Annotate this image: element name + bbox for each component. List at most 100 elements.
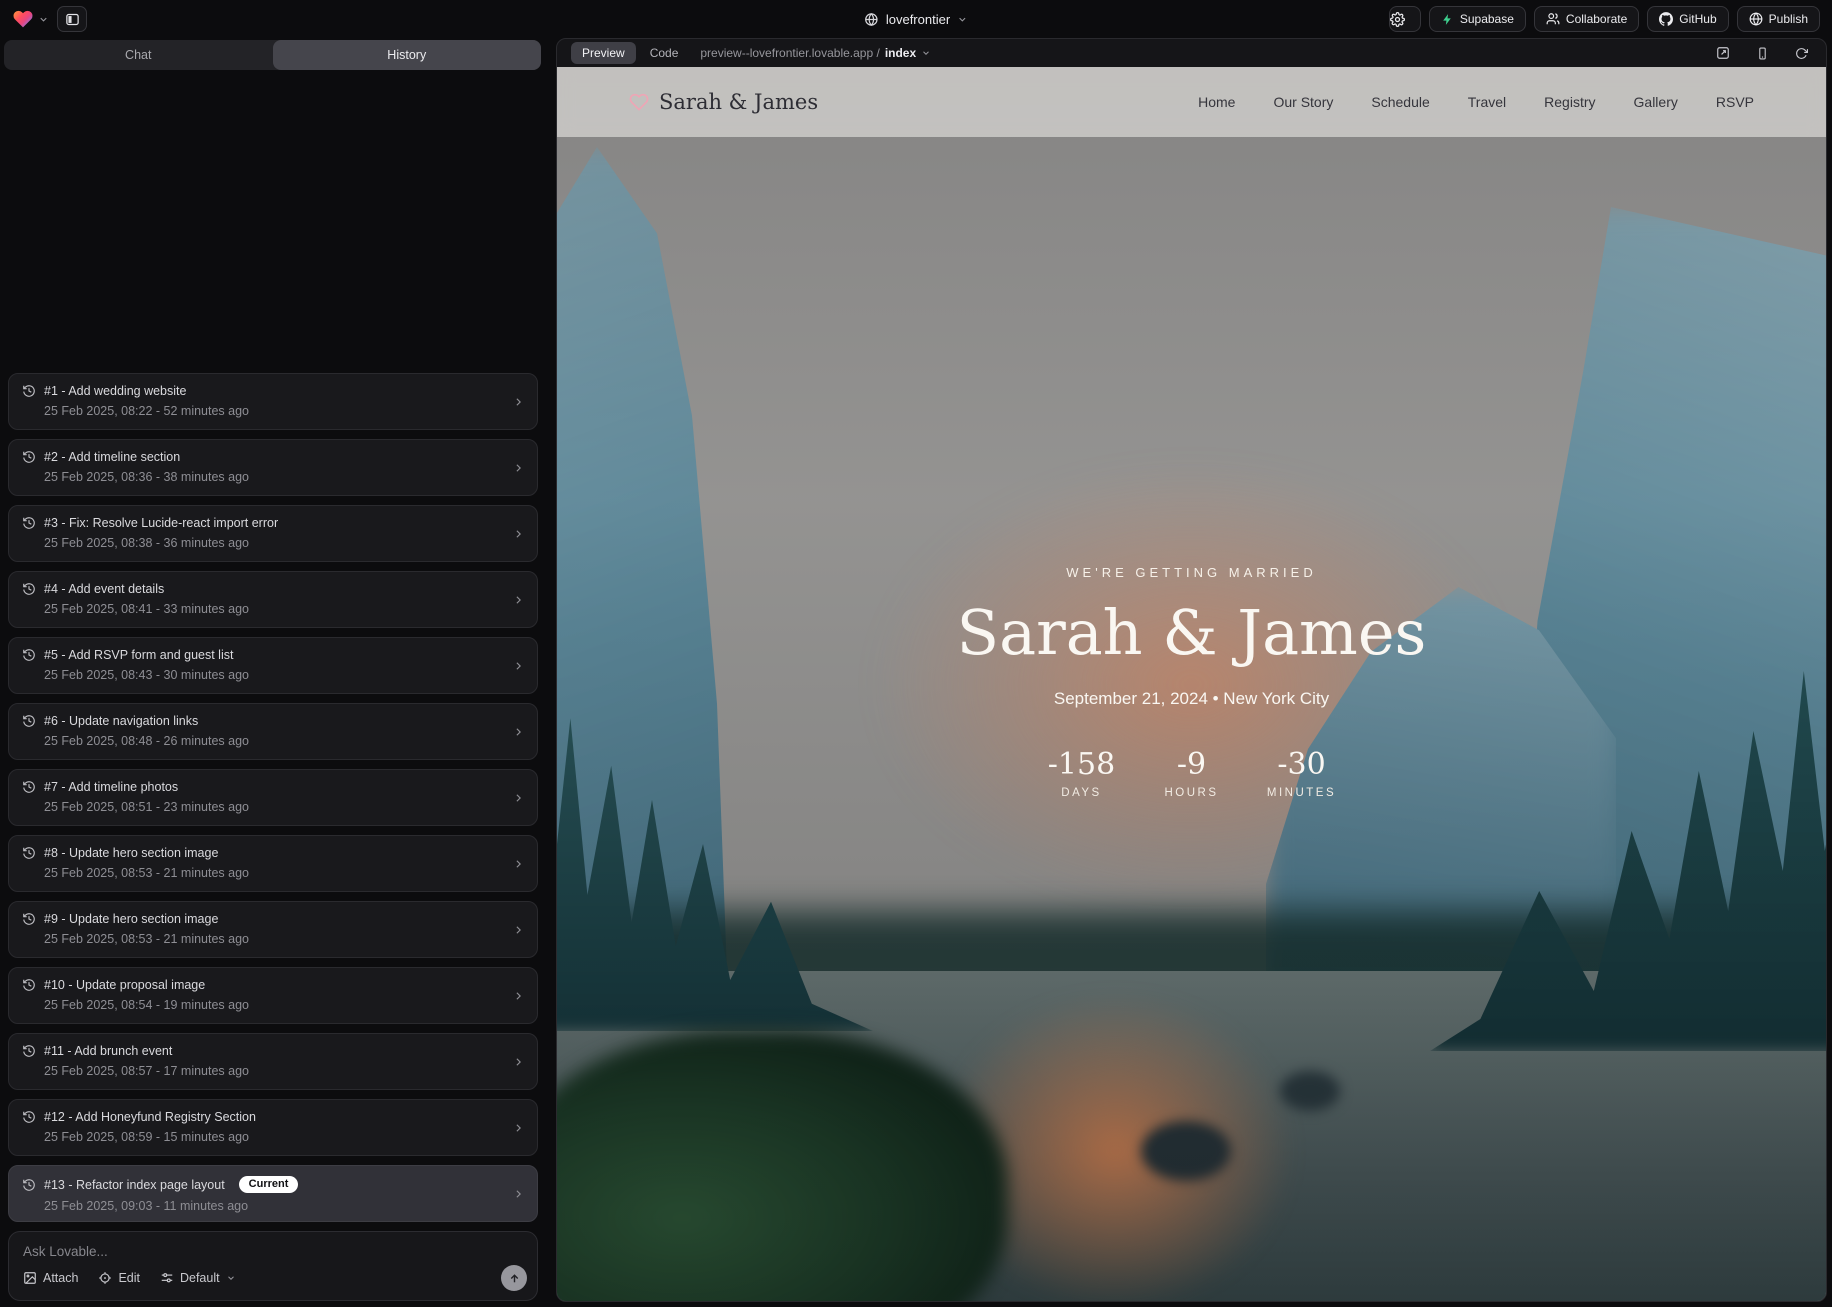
history-item[interactable]: #6 - Update navigation links 25 Feb 2025… (8, 703, 538, 760)
countdown-value: -9 (1157, 747, 1227, 782)
site-nav-link[interactable]: Schedule (1371, 94, 1429, 110)
history-item[interactable]: #7 - Add timeline photos 25 Feb 2025, 08… (8, 769, 538, 826)
open-external-icon[interactable] (1716, 46, 1730, 60)
history-item-title: #2 - Add timeline section (44, 450, 180, 464)
site-nav-link[interactable]: Registry (1544, 94, 1595, 110)
lovable-logo-menu[interactable] (12, 9, 49, 29)
chat-input[interactable] (23, 1244, 425, 1259)
history-item-timestamp: 25 Feb 2025, 08:54 - 19 minutes ago (44, 998, 503, 1012)
chevron-down-icon (957, 14, 968, 25)
globe-icon (864, 12, 879, 27)
site-nav-link[interactable]: Gallery (1634, 94, 1678, 110)
settings-button[interactable] (1389, 6, 1421, 32)
sidebar-toggle-button[interactable] (57, 6, 87, 32)
history-item[interactable]: #8 - Update hero section image 25 Feb 20… (8, 835, 538, 892)
hero-section: WE'RE GETTING MARRIED Sarah & James Sept… (557, 565, 1826, 799)
chevron-right-icon[interactable] (512, 395, 525, 408)
history-clock-icon (22, 978, 36, 992)
history-clock-icon (22, 648, 36, 662)
history-item-timestamp: 25 Feb 2025, 08:38 - 36 minutes ago (44, 536, 503, 550)
history-item-timestamp: 25 Feb 2025, 08:59 - 15 minutes ago (44, 1130, 503, 1144)
site-nav-link[interactable]: Travel (1468, 94, 1506, 110)
site-header: Sarah & James Home Our Story Schedule Tr… (557, 67, 1826, 137)
history-item-title: #6 - Update navigation links (44, 714, 198, 728)
site-nav-link[interactable]: Home (1198, 94, 1235, 110)
history-item[interactable]: #9 - Update hero section image 25 Feb 20… (8, 901, 538, 958)
send-button[interactable] (501, 1265, 527, 1291)
gear-icon (1390, 12, 1405, 27)
attach-label: Attach (43, 1271, 78, 1285)
edit-button[interactable]: Edit (98, 1271, 140, 1285)
chevron-right-icon[interactable] (512, 1187, 525, 1200)
site-nav-link[interactable]: RSVP (1716, 94, 1754, 110)
chevron-right-icon[interactable] (512, 1055, 525, 1068)
tab-history[interactable]: History (273, 40, 542, 70)
history-item[interactable]: #12 - Add Honeyfund Registry Section 25 … (8, 1099, 538, 1156)
chevron-right-icon[interactable] (512, 527, 525, 540)
history-item-title: #12 - Add Honeyfund Registry Section (44, 1110, 256, 1124)
preview-url-page: index (885, 46, 916, 60)
attach-button[interactable]: Attach (23, 1271, 78, 1285)
history-item-timestamp: 25 Feb 2025, 08:53 - 21 minutes ago (44, 932, 503, 946)
countdown-value: -30 (1267, 747, 1337, 782)
preview-url-base: preview--lovefrontier.lovable.app / (700, 46, 879, 60)
history-item[interactable]: #2 - Add timeline section 25 Feb 2025, 0… (8, 439, 538, 496)
history-clock-icon (22, 1178, 36, 1192)
chevron-right-icon[interactable] (512, 857, 525, 870)
preview-url[interactable]: preview--lovefrontier.lovable.app / inde… (700, 46, 931, 60)
chevron-right-icon[interactable] (512, 659, 525, 672)
chevron-right-icon[interactable] (512, 1121, 525, 1134)
github-button[interactable]: GitHub (1647, 6, 1728, 32)
history-item-timestamp: 25 Feb 2025, 08:36 - 38 minutes ago (44, 470, 503, 484)
collaborate-button[interactable]: Collaborate (1534, 6, 1639, 32)
history-item[interactable]: #13 - Refactor index page layout Current… (8, 1165, 538, 1222)
supabase-bolt-icon (1441, 13, 1454, 26)
mode-select[interactable]: Default (160, 1271, 236, 1285)
github-label: GitHub (1679, 12, 1716, 26)
history-item-title: #8 - Update hero section image (44, 846, 218, 860)
history-item-title: #3 - Fix: Resolve Lucide-react import er… (44, 516, 278, 530)
supabase-button[interactable]: Supabase (1429, 6, 1526, 32)
site-logo[interactable]: Sarah & James (629, 90, 818, 114)
history-item[interactable]: #4 - Add event details 25 Feb 2025, 08:4… (8, 571, 538, 628)
countdown-value: -158 (1047, 747, 1117, 782)
tab-chat[interactable]: Chat (4, 40, 273, 70)
history-item[interactable]: #10 - Update proposal image 25 Feb 2025,… (8, 967, 538, 1024)
history-item[interactable]: #3 - Fix: Resolve Lucide-react import er… (8, 505, 538, 562)
tab-preview[interactable]: Preview (571, 42, 636, 64)
history-list: #1 - Add wedding website 25 Feb 2025, 08… (8, 373, 538, 1222)
panel-left-icon (65, 12, 80, 27)
github-icon (1659, 12, 1673, 26)
history-item[interactable]: #5 - Add RSVP form and guest list 25 Feb… (8, 637, 538, 694)
mobile-view-icon[interactable] (1756, 46, 1769, 60)
collaborate-label: Collaborate (1566, 12, 1627, 26)
history-item-timestamp: 25 Feb 2025, 08:57 - 17 minutes ago (44, 1064, 503, 1078)
history-clock-icon (22, 846, 36, 860)
chevron-right-icon[interactable] (512, 791, 525, 804)
history-item-timestamp: 25 Feb 2025, 09:03 - 11 minutes ago (44, 1199, 503, 1213)
current-badge: Current (239, 1176, 299, 1193)
project-name: lovefrontier (886, 12, 950, 27)
site-viewport: Sarah & James Home Our Story Schedule Tr… (557, 67, 1826, 1301)
sidebar: Chat History #1 - Add wedding website 25… (0, 38, 546, 1307)
site-nav: Home Our Story Schedule Travel Registry … (1198, 94, 1754, 110)
publish-label: Publish (1769, 12, 1808, 26)
site-nav-link[interactable]: Our Story (1273, 94, 1333, 110)
history-item[interactable]: #1 - Add wedding website 25 Feb 2025, 08… (8, 373, 538, 430)
history-item-title: #13 - Refactor index page layout (44, 1178, 225, 1192)
history-clock-icon (22, 384, 36, 398)
tab-code[interactable]: Code (650, 46, 679, 60)
history-item-title: #10 - Update proposal image (44, 978, 205, 992)
chevron-right-icon[interactable] (512, 923, 525, 936)
countdown-item: -158 DAYS (1047, 747, 1117, 799)
app-topbar: lovefrontier Supabase (0, 0, 1832, 38)
project-switcher[interactable]: lovefrontier (864, 0, 968, 38)
chevron-right-icon[interactable] (512, 725, 525, 738)
chevron-right-icon[interactable] (512, 989, 525, 1002)
chevron-right-icon[interactable] (512, 593, 525, 606)
publish-button[interactable]: Publish (1737, 6, 1820, 32)
chevron-right-icon[interactable] (512, 461, 525, 474)
refresh-icon[interactable] (1795, 46, 1808, 60)
history-item[interactable]: #11 - Add brunch event 25 Feb 2025, 08:5… (8, 1033, 538, 1090)
target-icon (98, 1271, 112, 1285)
